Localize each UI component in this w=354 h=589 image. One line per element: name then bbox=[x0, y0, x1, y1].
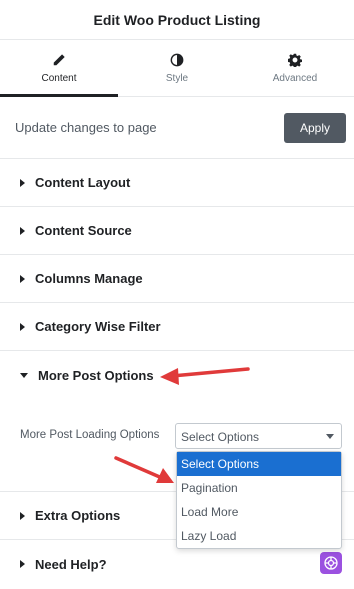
panel-header: Edit Woo Product Listing bbox=[0, 0, 354, 40]
section-content-layout[interactable]: Content Layout bbox=[0, 159, 354, 207]
tab-bar: Content Style Advanced bbox=[0, 40, 354, 97]
dropdown-option[interactable]: Pagination bbox=[177, 476, 341, 500]
tab-style[interactable]: Style bbox=[118, 40, 236, 96]
section-label: Columns Manage bbox=[35, 271, 143, 286]
section-label: More Post Options bbox=[38, 367, 154, 383]
section-columns-manage[interactable]: Columns Manage bbox=[0, 255, 354, 303]
apply-button[interactable]: Apply bbox=[284, 112, 346, 143]
tab-content[interactable]: Content bbox=[0, 40, 118, 97]
caret-down-icon bbox=[20, 372, 28, 378]
tab-advanced-label: Advanced bbox=[272, 72, 318, 84]
caret-right-icon bbox=[20, 226, 25, 235]
gear-icon bbox=[288, 53, 302, 67]
update-row: Update changes to page Apply bbox=[0, 97, 354, 159]
dropdown-option[interactable]: Load More bbox=[177, 500, 341, 524]
more-post-loading-label: More Post Loading Options bbox=[20, 429, 160, 441]
section-label: Content Source bbox=[35, 223, 132, 238]
section-more-post-options[interactable]: More Post Options bbox=[0, 351, 354, 399]
section-content-source[interactable]: Content Source bbox=[0, 207, 354, 255]
section-label: Extra Options bbox=[35, 508, 121, 523]
caret-right-icon bbox=[20, 274, 25, 283]
tab-content-label: Content bbox=[41, 72, 77, 84]
caret-right-icon bbox=[20, 560, 25, 568]
update-text: Update changes to page bbox=[15, 120, 157, 135]
section-label: Category Wise Filter bbox=[35, 319, 161, 334]
panel-title: Edit Woo Product Listing bbox=[93, 11, 261, 28]
select-value: Select Options bbox=[181, 430, 260, 444]
more-post-loading-select[interactable]: Select Options bbox=[175, 423, 342, 449]
section-label: Content Layout bbox=[35, 175, 131, 190]
select-dropdown: Select Options Pagination Load More Lazy… bbox=[176, 451, 342, 549]
caret-right-icon bbox=[20, 511, 25, 520]
help-badge-icon[interactable] bbox=[320, 552, 342, 574]
tab-style-label: Style bbox=[165, 72, 189, 84]
caret-right-icon bbox=[20, 178, 25, 187]
dropdown-option[interactable]: Lazy Load bbox=[177, 524, 341, 548]
contrast-icon bbox=[170, 53, 184, 66]
section-category-wise-filter[interactable]: Category Wise Filter bbox=[0, 303, 354, 351]
section-label: Need Help? bbox=[35, 556, 107, 572]
pencil-icon bbox=[53, 53, 65, 65]
chevron-down-icon bbox=[326, 434, 334, 439]
caret-right-icon bbox=[20, 322, 25, 331]
tab-advanced[interactable]: Advanced bbox=[236, 40, 354, 96]
dropdown-option[interactable]: Select Options bbox=[177, 452, 341, 476]
lifebuoy-icon bbox=[324, 556, 338, 570]
